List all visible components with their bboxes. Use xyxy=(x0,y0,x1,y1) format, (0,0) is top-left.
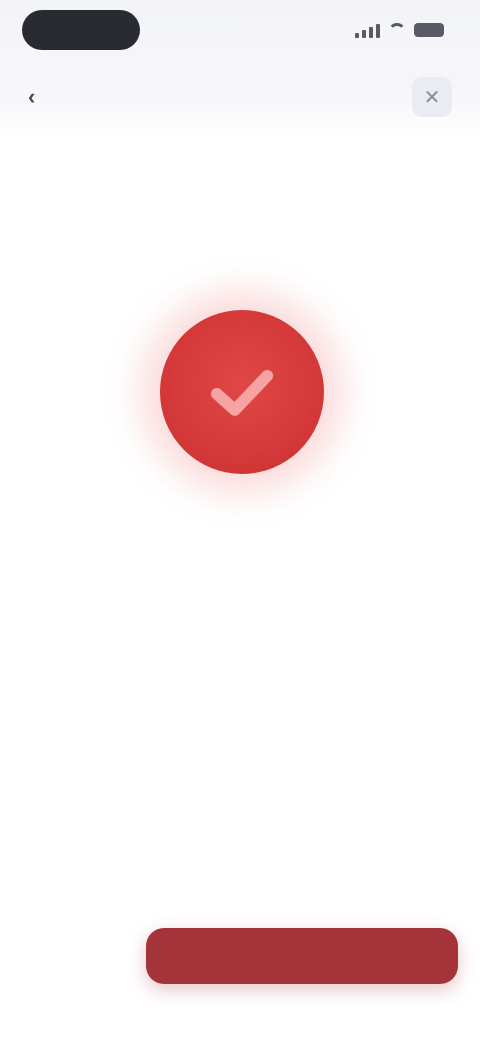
header: ‹ ✕ xyxy=(0,0,480,140)
status-icons xyxy=(352,20,444,40)
success-badge xyxy=(160,310,324,474)
signal-icon xyxy=(355,22,380,38)
status-time-pill xyxy=(22,10,140,50)
secondary-action-link[interactable] xyxy=(152,1008,324,1036)
check-icon xyxy=(210,369,274,416)
chevron-left-icon: ‹ xyxy=(28,84,36,109)
success-message xyxy=(50,586,430,604)
close-icon[interactable]: ✕ xyxy=(412,77,452,117)
success-screen: ‹ ✕ xyxy=(0,0,480,1040)
battery-icon xyxy=(414,23,444,37)
wifi-icon xyxy=(388,23,406,37)
back-button[interactable]: ‹ xyxy=(28,86,43,108)
primary-action-button[interactable] xyxy=(146,928,458,984)
nav-bar: ‹ ✕ xyxy=(0,68,480,126)
